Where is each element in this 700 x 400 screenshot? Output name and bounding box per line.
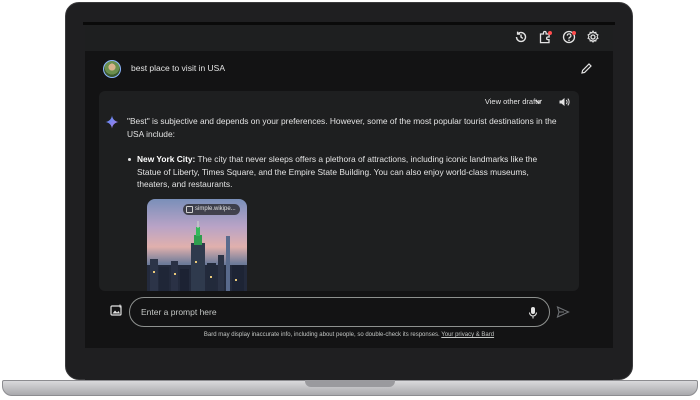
history-icon[interactable] bbox=[513, 29, 529, 45]
help-icon[interactable] bbox=[561, 29, 577, 45]
send-icon[interactable] bbox=[556, 305, 570, 319]
laptop-notch bbox=[305, 380, 395, 387]
privacy-link[interactable]: Your privacy & Bard bbox=[441, 332, 494, 338]
list-item-title: New York City: bbox=[137, 154, 196, 164]
bard-app: best place to visit in USA View other dr… bbox=[85, 25, 613, 348]
prompt-input-placeholder: Enter a prompt here bbox=[141, 307, 217, 317]
nyc-image[interactable]: simple.wikipe... bbox=[147, 199, 247, 291]
bard-sparkle-icon bbox=[105, 115, 119, 129]
disclaimer: Bard may display inaccurate info, includ… bbox=[85, 332, 613, 338]
user-prompt-row: best place to visit in USA bbox=[103, 60, 593, 78]
top-bar bbox=[85, 25, 613, 51]
list-item-text: The city that never sleeps offers a plet… bbox=[137, 154, 538, 190]
response-intro: "Best" is subjective and depends on your… bbox=[127, 116, 557, 139]
edit-prompt-button[interactable] bbox=[580, 62, 593, 75]
web-source-icon bbox=[186, 206, 193, 213]
extensions-icon[interactable] bbox=[537, 29, 553, 45]
bullet-dot bbox=[128, 158, 131, 161]
speaker-icon[interactable] bbox=[558, 96, 570, 108]
notification-dot bbox=[572, 31, 576, 35]
user-prompt-text: best place to visit in USA bbox=[131, 63, 226, 73]
image-source-chip[interactable]: simple.wikipe... bbox=[183, 204, 240, 215]
disclaimer-text: Bard may display inaccurate info, includ… bbox=[203, 332, 440, 338]
nyc-skyline-image bbox=[147, 221, 247, 291]
settings-icon[interactable] bbox=[585, 29, 601, 45]
chevron-down-icon[interactable] bbox=[534, 97, 543, 106]
response-card: View other drafts "Best" is subjective a… bbox=[99, 91, 579, 291]
pencil-icon bbox=[581, 63, 592, 74]
view-other-drafts-button[interactable]: View other drafts bbox=[485, 97, 541, 106]
image-source-label: simple.wikipe... bbox=[195, 206, 236, 212]
list-item: New York City: The city that never sleep… bbox=[128, 153, 557, 191]
add-image-icon[interactable] bbox=[110, 304, 123, 317]
prompt-input[interactable]: Enter a prompt here bbox=[129, 297, 550, 327]
notification-dot bbox=[548, 31, 552, 35]
avatar[interactable] bbox=[103, 60, 121, 78]
microphone-icon[interactable] bbox=[527, 306, 539, 319]
screen-chin bbox=[85, 348, 613, 380]
